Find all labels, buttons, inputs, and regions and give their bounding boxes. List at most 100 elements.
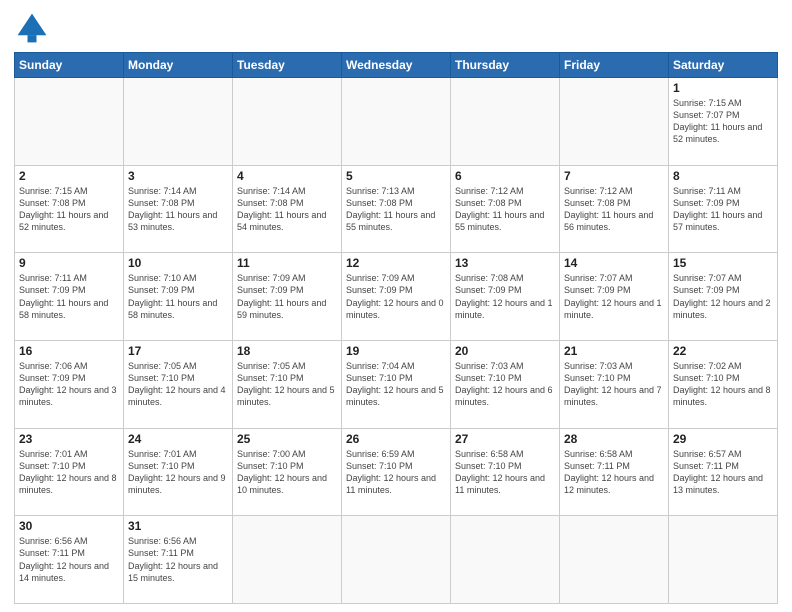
day-info: Sunrise: 7:15 AM Sunset: 7:08 PM Dayligh… (19, 185, 119, 234)
calendar-cell: 3Sunrise: 7:14 AM Sunset: 7:08 PM Daylig… (124, 165, 233, 253)
day-info: Sunrise: 7:12 AM Sunset: 7:08 PM Dayligh… (455, 185, 555, 234)
week-row-1: 2 Sunrise: 7:15 AM Sunset: 7:08 PM Daylig… (15, 165, 778, 253)
calendar-cell: 30Sunrise: 6:56 AM Sunset: 7:11 PM Dayli… (15, 516, 124, 604)
calendar-cell: 7 Sunrise: 7:12 AM Sunset: 7:08 PM Daylig… (560, 165, 669, 253)
week-row-5: 30Sunrise: 6:56 AM Sunset: 7:11 PM Dayli… (15, 516, 778, 604)
logo (14, 10, 54, 46)
day-info: Sunrise: 7:11 AM Sunset: 7:09 PM Dayligh… (19, 272, 119, 321)
day-info: Sunrise: 6:57 AM Sunset: 7:11 PM Dayligh… (673, 448, 773, 497)
calendar-cell: 19Sunrise: 7:04 AM Sunset: 7:10 PM Dayli… (342, 340, 451, 428)
calendar-cell: 25 Sunrise: 7:00 AM Sunset: 7:10 PM Dayli… (233, 428, 342, 516)
day-number: 13 (455, 256, 555, 270)
day-number: 24 (128, 432, 228, 446)
day-number: 18 (237, 344, 337, 358)
day-number: 14 (564, 256, 664, 270)
calendar-cell (15, 78, 124, 166)
day-info: Sunrise: 7:12 AM Sunset: 7:08 PM Dayligh… (564, 185, 664, 234)
day-number: 17 (128, 344, 228, 358)
day-info: Sunrise: 7:09 AM Sunset: 7:09 PM Dayligh… (237, 272, 337, 321)
day-info: Sunrise: 6:58 AM Sunset: 7:10 PM Dayligh… (455, 448, 555, 497)
day-info: Sunrise: 7:15 AM Sunset: 7:07 PM Dayligh… (673, 97, 773, 146)
day-info: Sunrise: 7:01 AM Sunset: 7:10 PM Dayligh… (128, 448, 228, 497)
calendar-cell: 11 Sunrise: 7:09 AM Sunset: 7:09 PM Dayli… (233, 253, 342, 341)
calendar-cell: 4 Sunrise: 7:14 AM Sunset: 7:08 PM Daylig… (233, 165, 342, 253)
calendar-cell: 17Sunrise: 7:05 AM Sunset: 7:10 PM Dayli… (124, 340, 233, 428)
calendar-cell: 16 Sunrise: 7:06 AM Sunset: 7:09 PM Dayli… (15, 340, 124, 428)
day-number: 28 (564, 432, 664, 446)
day-info: Sunrise: 6:58 AM Sunset: 7:11 PM Dayligh… (564, 448, 664, 497)
day-info: Sunrise: 7:03 AM Sunset: 7:10 PM Dayligh… (455, 360, 555, 409)
weekday-header-row: SundayMondayTuesdayWednesdayThursdayFrid… (15, 53, 778, 78)
calendar-cell: 20Sunrise: 7:03 AM Sunset: 7:10 PM Dayli… (451, 340, 560, 428)
calendar-cell (560, 516, 669, 604)
day-number: 6 (455, 169, 555, 183)
day-info: Sunrise: 7:05 AM Sunset: 7:10 PM Dayligh… (237, 360, 337, 409)
calendar-cell (233, 78, 342, 166)
week-row-4: 23Sunrise: 7:01 AM Sunset: 7:10 PM Dayli… (15, 428, 778, 516)
day-number: 16 (19, 344, 119, 358)
day-info: Sunrise: 7:00 AM Sunset: 7:10 PM Dayligh… (237, 448, 337, 497)
calendar-cell (560, 78, 669, 166)
week-row-3: 16 Sunrise: 7:06 AM Sunset: 7:09 PM Dayli… (15, 340, 778, 428)
calendar-cell: 22Sunrise: 7:02 AM Sunset: 7:10 PM Dayli… (669, 340, 778, 428)
calendar-cell (124, 78, 233, 166)
weekday-header-tuesday: Tuesday (233, 53, 342, 78)
calendar-cell (233, 516, 342, 604)
calendar-cell: 1 Sunrise: 7:15 AM Sunset: 7:07 PM Daylig… (669, 78, 778, 166)
day-number: 19 (346, 344, 446, 358)
day-number: 3 (128, 169, 228, 183)
day-number: 25 (237, 432, 337, 446)
calendar-cell: 8 Sunrise: 7:11 AM Sunset: 7:09 PM Daylig… (669, 165, 778, 253)
day-number: 29 (673, 432, 773, 446)
calendar-cell: 13 Sunrise: 7:08 AM Sunset: 7:09 PM Dayli… (451, 253, 560, 341)
day-info: Sunrise: 7:08 AM Sunset: 7:09 PM Dayligh… (455, 272, 555, 321)
day-number: 1 (673, 81, 773, 95)
calendar-cell: 15Sunrise: 7:07 AM Sunset: 7:09 PM Dayli… (669, 253, 778, 341)
weekday-header-friday: Friday (560, 53, 669, 78)
calendar-cell (342, 78, 451, 166)
calendar-cell: 12Sunrise: 7:09 AM Sunset: 7:09 PM Dayli… (342, 253, 451, 341)
weekday-header-monday: Monday (124, 53, 233, 78)
calendar-cell: 27 Sunrise: 6:58 AM Sunset: 7:10 PM Dayli… (451, 428, 560, 516)
day-number: 27 (455, 432, 555, 446)
week-row-0: 1 Sunrise: 7:15 AM Sunset: 7:07 PM Daylig… (15, 78, 778, 166)
day-info: Sunrise: 7:06 AM Sunset: 7:09 PM Dayligh… (19, 360, 119, 409)
day-number: 22 (673, 344, 773, 358)
day-number: 31 (128, 519, 228, 533)
weekday-header-thursday: Thursday (451, 53, 560, 78)
week-row-2: 9 Sunrise: 7:11 AM Sunset: 7:09 PM Daylig… (15, 253, 778, 341)
day-number: 4 (237, 169, 337, 183)
day-number: 10 (128, 256, 228, 270)
day-number: 8 (673, 169, 773, 183)
calendar: SundayMondayTuesdayWednesdayThursdayFrid… (14, 52, 778, 604)
calendar-cell: 6 Sunrise: 7:12 AM Sunset: 7:08 PM Daylig… (451, 165, 560, 253)
calendar-cell: 23Sunrise: 7:01 AM Sunset: 7:10 PM Dayli… (15, 428, 124, 516)
calendar-cell: 2 Sunrise: 7:15 AM Sunset: 7:08 PM Daylig… (15, 165, 124, 253)
day-number: 26 (346, 432, 446, 446)
calendar-cell: 24 Sunrise: 7:01 AM Sunset: 7:10 PM Dayli… (124, 428, 233, 516)
day-info: Sunrise: 7:13 AM Sunset: 7:08 PM Dayligh… (346, 185, 446, 234)
day-info: Sunrise: 7:01 AM Sunset: 7:10 PM Dayligh… (19, 448, 119, 497)
calendar-cell: 29 Sunrise: 6:57 AM Sunset: 7:11 PM Dayli… (669, 428, 778, 516)
day-info: Sunrise: 6:56 AM Sunset: 7:11 PM Dayligh… (128, 535, 228, 584)
weekday-header-wednesday: Wednesday (342, 53, 451, 78)
day-number: 2 (19, 169, 119, 183)
calendar-cell: 26 Sunrise: 6:59 AM Sunset: 7:10 PM Dayli… (342, 428, 451, 516)
day-number: 11 (237, 256, 337, 270)
weekday-header-sunday: Sunday (15, 53, 124, 78)
day-info: Sunrise: 7:03 AM Sunset: 7:10 PM Dayligh… (564, 360, 664, 409)
day-info: Sunrise: 7:10 AM Sunset: 7:09 PM Dayligh… (128, 272, 228, 321)
calendar-cell: 28 Sunrise: 6:58 AM Sunset: 7:11 PM Dayli… (560, 428, 669, 516)
day-info: Sunrise: 7:11 AM Sunset: 7:09 PM Dayligh… (673, 185, 773, 234)
logo-icon (14, 10, 50, 46)
calendar-cell (669, 516, 778, 604)
calendar-cell: 21Sunrise: 7:03 AM Sunset: 7:10 PM Dayli… (560, 340, 669, 428)
calendar-cell (451, 516, 560, 604)
day-number: 7 (564, 169, 664, 183)
day-number: 9 (19, 256, 119, 270)
day-info: Sunrise: 7:07 AM Sunset: 7:09 PM Dayligh… (564, 272, 664, 321)
day-info: Sunrise: 7:14 AM Sunset: 7:08 PM Dayligh… (237, 185, 337, 234)
day-info: Sunrise: 6:59 AM Sunset: 7:10 PM Dayligh… (346, 448, 446, 497)
day-number: 5 (346, 169, 446, 183)
calendar-cell: 31 Sunrise: 6:56 AM Sunset: 7:11 PM Dayli… (124, 516, 233, 604)
